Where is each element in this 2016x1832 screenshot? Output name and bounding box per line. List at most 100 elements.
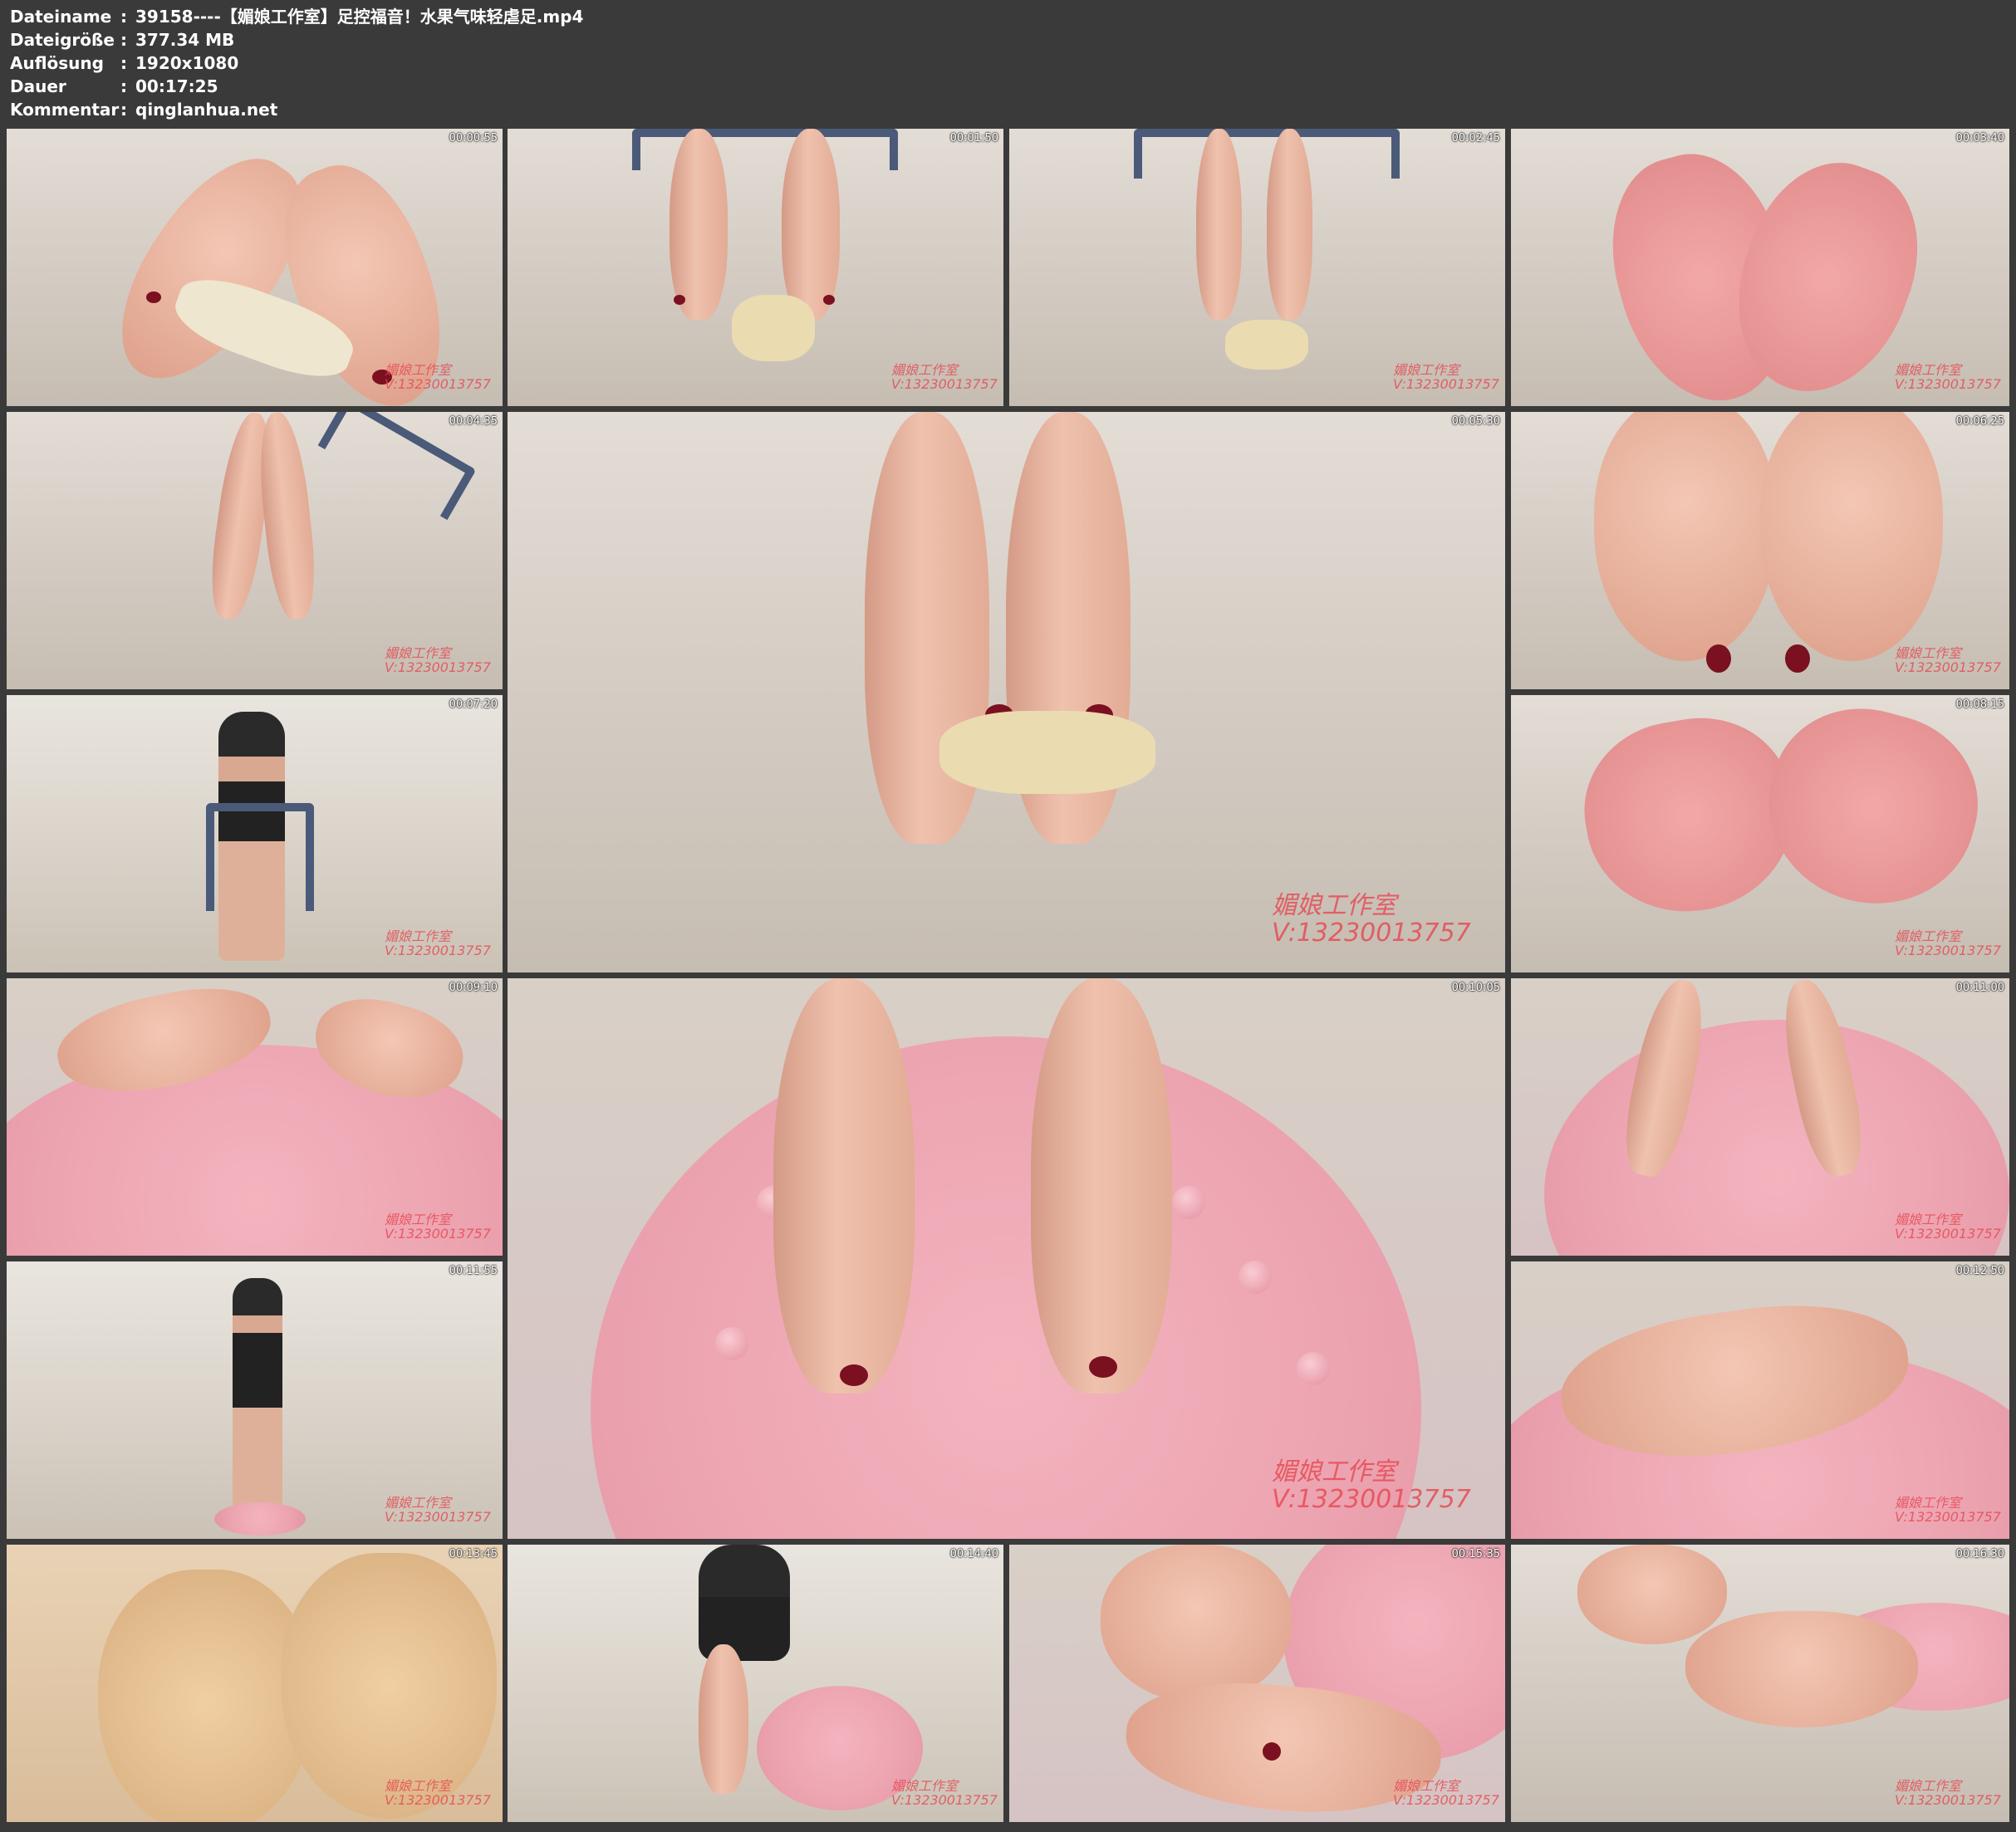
chair-graphic	[206, 803, 314, 911]
watermark-text: 媚娘工作室 V:13230013757	[891, 363, 998, 391]
banana-pieces-graphic	[1225, 320, 1308, 370]
toenail-graphic	[1089, 1356, 1117, 1378]
timestamp-label: 00:16:30	[1955, 1548, 2004, 1560]
watermark-text: 媚娘工作室 V:13230013757	[1895, 1496, 2001, 1524]
timestamp-label: 00:08:15	[1955, 698, 2004, 711]
timestamp-label: 00:15:35	[1451, 1548, 1500, 1560]
thumbnail-8[interactable]: 00:07:20 媚娘工作室 V:13230013757	[7, 695, 503, 972]
watermark-line-2: V:13230013757	[385, 376, 491, 392]
thumbnail-16[interactable]: 00:14:40 媚娘工作室 V:13230013757	[508, 1545, 1003, 1822]
watermark-line-2: V:13230013757	[1393, 376, 1499, 392]
watermark-line-2: V:13230013757	[891, 376, 998, 392]
watermark-line-2: V:13230013757	[1895, 1792, 2001, 1808]
toenail-graphic	[1706, 644, 1731, 673]
info-label: Kommentar	[10, 100, 120, 120]
watermark-text: 媚娘工作室 V:13230013757	[385, 1212, 491, 1241]
chair-graphic	[1134, 129, 1400, 179]
toenail-graphic	[1785, 644, 1810, 673]
timestamp-label: 00:11:55	[449, 1265, 498, 1277]
watermark-text: 媚娘工作室 V:13230013757	[1895, 1212, 2001, 1241]
thumbnail-5[interactable]: 00:04:35 媚娘工作室 V:13230013757	[7, 412, 503, 689]
timestamp-label: 00:06:25	[1955, 415, 2004, 428]
watermark-text: 媚娘工作室 V:13230013757	[385, 929, 491, 958]
thumbnail-15[interactable]: 00:13:45 媚娘工作室 V:13230013757	[7, 1545, 503, 1822]
info-value: 377.34 MB	[135, 30, 235, 50]
watermark-line-2: V:13230013757	[1272, 918, 1471, 948]
leg-graphic	[773, 978, 915, 1394]
hand-graphic	[1101, 1545, 1292, 1702]
mat-nub-graphic	[1239, 1261, 1272, 1294]
watermark-text: 媚娘工作室 V:13230013757	[1393, 363, 1499, 391]
mat-nub-graphic	[1172, 1186, 1205, 1219]
thumbnail-13[interactable]: 00:11:55 媚娘工作室 V:13230013757	[7, 1261, 503, 1539]
massage-mat-graphic	[214, 1502, 306, 1536]
chair-graphic	[632, 129, 898, 170]
mat-nub-graphic	[1297, 1352, 1330, 1385]
person-graphic	[233, 1278, 282, 1527]
info-label: Dateigröße	[10, 30, 115, 50]
watermark-text: 媚娘工作室 V:13230013757	[1895, 929, 2001, 958]
info-row-filename: Dateiname : 39158----【媚娘工作室】足控福音！水果气味轻虐足…	[10, 5, 583, 28]
timestamp-label: 00:13:45	[449, 1548, 498, 1560]
thumbnail-9[interactable]: 00:08:15 媚娘工作室 V:13230013757	[1511, 695, 2009, 972]
toenail-graphic	[146, 291, 161, 303]
person-graphic	[699, 1545, 790, 1661]
watermark-line-2: V:13230013757	[385, 659, 491, 675]
toenail-graphic	[674, 295, 685, 305]
info-row-duration: Dauer : 00:17:25	[10, 75, 583, 98]
thumbnail-18[interactable]: 00:16:30 媚娘工作室 V:13230013757	[1511, 1545, 2009, 1822]
info-label: Auflösung	[10, 53, 104, 73]
thumbnail-6[interactable]: 00:05:30 媚娘工作室 V:13230013757	[508, 412, 1505, 972]
toenail-graphic	[840, 1364, 868, 1386]
thumbnail-10[interactable]: 00:09:10 媚娘工作室 V:13230013757	[7, 978, 503, 1256]
watermark-line-2: V:13230013757	[1895, 659, 2001, 675]
thumbnail-7[interactable]: 00:06:25 媚娘工作室 V:13230013757	[1511, 412, 2009, 689]
timestamp-label: 00:11:00	[1955, 982, 2004, 994]
info-value: qinglanhua.net	[135, 100, 278, 120]
info-row-resolution: Auflösung : 1920x1080	[10, 51, 583, 75]
info-value: 1920x1080	[135, 53, 239, 73]
foot-graphic	[1760, 412, 1943, 661]
leg-graphic	[699, 1644, 748, 1794]
thumbnail-2[interactable]: 00:01:50 媚娘工作室 V:13230013757	[508, 129, 1003, 406]
thumbnail-4[interactable]: 00:03:40 媚娘工作室 V:13230013757	[1511, 129, 2009, 406]
foot-sole-graphic	[1747, 695, 1998, 927]
foot-graphic	[1685, 1611, 1918, 1727]
thumbnail-17[interactable]: 00:15:35 媚娘工作室 V:13230013757	[1009, 1545, 1505, 1822]
banana-pieces-graphic	[939, 711, 1155, 794]
toenail-graphic	[823, 295, 835, 305]
timestamp-label: 00:14:40	[949, 1548, 998, 1560]
watermark-line-2: V:13230013757	[891, 1792, 998, 1808]
thumbnail-12[interactable]: 00:11:00 媚娘工作室 V:13230013757	[1511, 978, 2009, 1256]
thumbnail-1[interactable]: 00:00:55 媚娘工作室 V:13230013757	[7, 129, 503, 406]
leg-graphic	[1267, 129, 1312, 320]
watermark-line-2: V:13230013757	[1393, 1792, 1499, 1808]
mat-nub-graphic	[715, 1327, 748, 1360]
watermark-text: 媚娘工作室 V:13230013757	[1393, 1779, 1499, 1807]
chair-graphic	[317, 412, 477, 521]
info-label: Dateiname	[10, 7, 112, 27]
timestamp-label: 00:01:50	[949, 132, 998, 145]
watermark-line-2: V:13230013757	[1272, 1485, 1471, 1514]
info-separator: :	[120, 76, 127, 96]
watermark-line-2: V:13230013757	[385, 943, 491, 958]
hand-graphic	[1577, 1545, 1727, 1644]
watermark-line-2: V:13230013757	[385, 1509, 491, 1525]
info-separator: :	[120, 100, 127, 120]
watermark-line-2: V:13230013757	[1895, 1509, 2001, 1525]
watermark-line-2: V:13230013757	[1895, 943, 2001, 958]
toenail-graphic	[1263, 1742, 1281, 1761]
thumbnail-3[interactable]: 00:02:45 媚娘工作室 V:13230013757	[1009, 129, 1505, 406]
thumbnail-14[interactable]: 00:12:50 媚娘工作室 V:13230013757	[1511, 1261, 2009, 1539]
watermark-line-1: 媚娘工作室	[1272, 1457, 1396, 1487]
watermark-text: 媚娘工作室 V:13230013757	[1895, 1779, 2001, 1807]
thumbnail-11[interactable]: 00:10:05 媚娘工作室 V:13230013757	[508, 978, 1505, 1539]
watermark-line-1: 媚娘工作室	[1272, 891, 1396, 920]
info-row-filesize: Dateigröße : 377.34 MB	[10, 28, 583, 51]
leg-graphic	[253, 412, 321, 622]
info-separator: :	[120, 30, 127, 50]
timestamp-label: 00:00:55	[449, 132, 498, 145]
file-info-panel: Dateiname : 39158----【媚娘工作室】足控福音！水果气味轻虐足…	[10, 5, 583, 121]
timestamp-label: 00:09:10	[449, 982, 498, 994]
info-value: 00:17:25	[135, 76, 218, 96]
